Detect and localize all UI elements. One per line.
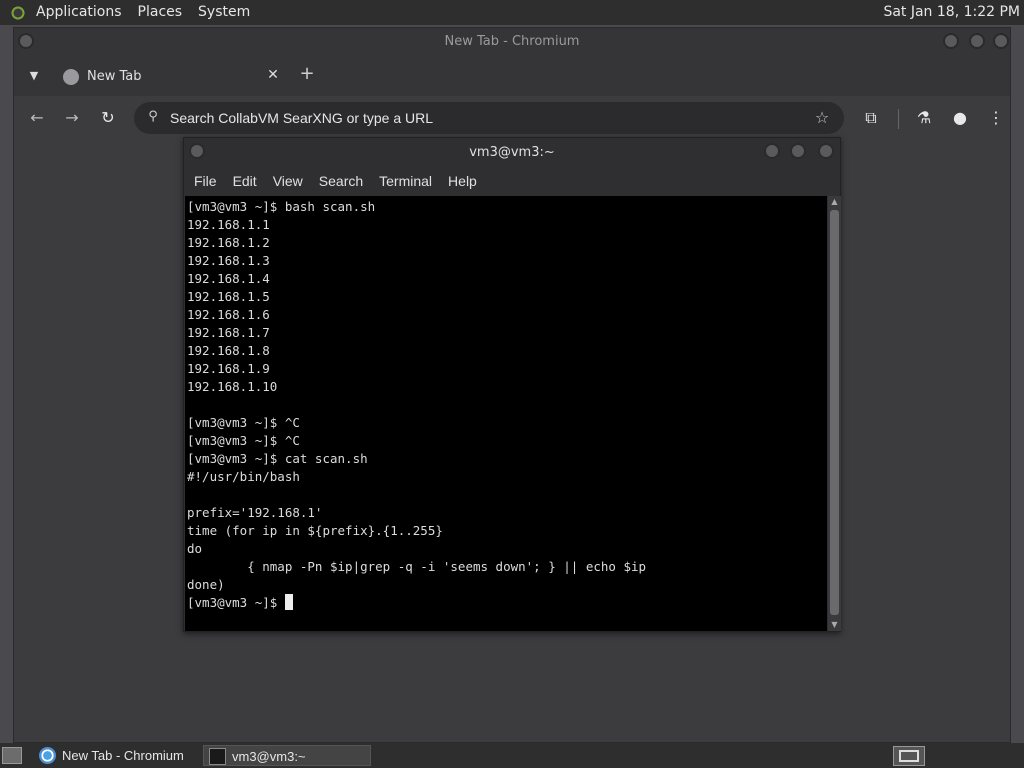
terminal-line: 192.168.1.1 xyxy=(187,217,270,232)
terminal-line: { nmap -Pn $ip|grep -q -i 'seems down'; … xyxy=(187,559,647,574)
search-icon: ⚲ xyxy=(148,109,158,124)
terminal-line: prefix='192.168.1' xyxy=(187,505,323,520)
terminal-close-button[interactable] xyxy=(818,143,834,159)
workspace-1[interactable] xyxy=(899,750,919,762)
browser-toolbar: ← → ↻ ⚲ ☆ ⧉ ⚗ ● ⋮ xyxy=(14,96,1010,142)
terminal-menu-view[interactable]: View xyxy=(267,173,313,189)
terminal-line: [vm3@vm3 ~]$ bash scan.sh xyxy=(187,199,376,214)
menu-applications[interactable]: Applications xyxy=(28,0,130,25)
terminal-line: [vm3@vm3 ~]$ ^C xyxy=(187,415,300,430)
clock[interactable]: Sat Jan 18, 1:22 PM xyxy=(883,0,1020,25)
omnibox-input[interactable] xyxy=(170,108,770,128)
terminal-scrollbar[interactable]: ▲ ▼ xyxy=(828,196,841,631)
toolbar-divider xyxy=(898,109,899,129)
terminal-line: 192.168.1.3 xyxy=(187,253,270,268)
terminal-window-title: vm3@vm3:~ xyxy=(469,145,555,160)
maximize-button[interactable] xyxy=(969,33,985,49)
terminal-line: time (for ip in ${prefix}.{1..255} xyxy=(187,523,443,538)
terminal-cursor xyxy=(284,594,293,610)
labs-icon[interactable]: ⚗ xyxy=(911,105,937,131)
menu-icon[interactable]: ⋮ xyxy=(983,105,1009,131)
taskbar-item-label: New Tab - Chromium xyxy=(62,748,184,763)
terminal-text: [vm3@vm3 ~]$ bash scan.sh 192.168.1.1 192.… xyxy=(185,196,827,612)
bottom-panel: New Tab - Chromium vm3@vm3:~ xyxy=(0,743,1024,768)
terminal-prompt: [vm3@vm3 ~]$ xyxy=(187,595,285,610)
terminal-maximize-button[interactable] xyxy=(790,143,806,159)
forward-icon[interactable]: → xyxy=(59,105,85,131)
terminal-window: vm3@vm3:~ File Edit View Search Terminal… xyxy=(183,137,841,632)
terminal-line: 192.168.1.7 xyxy=(187,325,270,340)
chromium-icon xyxy=(39,747,56,764)
terminal-icon xyxy=(209,748,226,765)
tab-search-chevron-icon[interactable]: ▼ xyxy=(24,66,44,86)
terminal-line: #!/usr/bin/bash xyxy=(187,469,300,484)
globe-icon xyxy=(63,69,79,85)
terminal-line: 192.168.1.8 xyxy=(187,343,270,358)
terminal-line: 192.168.1.4 xyxy=(187,271,270,286)
terminal-menu-terminal[interactable]: Terminal xyxy=(373,173,442,189)
menu-system[interactable]: System xyxy=(190,0,258,25)
terminal-menu-edit[interactable]: Edit xyxy=(227,173,267,189)
back-icon[interactable]: ← xyxy=(24,105,50,131)
terminal-titlebar[interactable]: vm3@vm3:~ xyxy=(184,138,840,167)
terminal-line: do xyxy=(187,541,203,556)
terminal-line: [vm3@vm3 ~]$ ^C xyxy=(187,433,300,448)
terminal-menu-help[interactable]: Help xyxy=(442,173,487,189)
terminal-line: 192.168.1.5 xyxy=(187,289,270,304)
tab-close-icon[interactable]: ✕ xyxy=(264,66,282,84)
tab-new-tab[interactable]: New Tab ✕ xyxy=(54,62,294,96)
scroll-down-arrow-icon[interactable]: ▼ xyxy=(828,619,841,631)
chromium-titlebar[interactable]: New Tab - Chromium xyxy=(14,28,1010,56)
close-button[interactable] xyxy=(993,33,1009,49)
chromium-window-title: New Tab - Chromium xyxy=(444,34,580,49)
show-desktop-icon[interactable] xyxy=(2,747,22,764)
menu-places[interactable]: Places xyxy=(130,0,191,25)
workspace-switcher[interactable] xyxy=(893,746,925,766)
terminal-line: 192.168.1.10 xyxy=(187,379,278,394)
terminal-menu-file[interactable]: File xyxy=(188,173,227,189)
terminal-menubar: File Edit View Search Terminal Help xyxy=(184,167,840,195)
tab-strip: ▼ New Tab ✕ + xyxy=(14,56,1010,96)
terminal-menu-search[interactable]: Search xyxy=(313,173,373,189)
top-panel: Applications Places System Sat Jan 18, 1… xyxy=(0,0,1024,25)
scrollbar-thumb[interactable] xyxy=(830,210,839,615)
terminal-line: done) xyxy=(187,577,225,592)
extensions-icon[interactable]: ⧉ xyxy=(858,105,884,131)
reload-icon[interactable]: ↻ xyxy=(95,105,121,131)
terminal-line: 192.168.1.9 xyxy=(187,361,270,376)
minimize-button[interactable] xyxy=(943,33,959,49)
taskbar-item-label: vm3@vm3:~ xyxy=(232,749,306,764)
star-icon[interactable]: ☆ xyxy=(812,108,832,128)
new-tab-button[interactable]: + xyxy=(297,64,317,84)
terminal-minimize-button[interactable] xyxy=(764,143,780,159)
terminal-line: [vm3@vm3 ~]$ cat scan.sh xyxy=(187,451,368,466)
distro-logo-icon[interactable] xyxy=(8,2,28,23)
taskbar-item-chromium[interactable]: New Tab - Chromium xyxy=(34,745,200,766)
terminal-line: 192.168.1.6 xyxy=(187,307,270,322)
profile-icon[interactable]: ● xyxy=(947,105,973,131)
terminal-line: 192.168.1.2 xyxy=(187,235,270,250)
scroll-up-arrow-icon[interactable]: ▲ xyxy=(828,196,841,208)
omnibox[interactable]: ⚲ ☆ xyxy=(134,102,844,134)
tab-title: New Tab xyxy=(87,69,142,84)
taskbar-item-terminal[interactable]: vm3@vm3:~ xyxy=(203,745,371,766)
terminal-output[interactable]: [vm3@vm3 ~]$ bash scan.sh 192.168.1.1 192.… xyxy=(185,196,827,631)
terminal-prompt-line: [vm3@vm3 ~]$ xyxy=(187,594,825,612)
